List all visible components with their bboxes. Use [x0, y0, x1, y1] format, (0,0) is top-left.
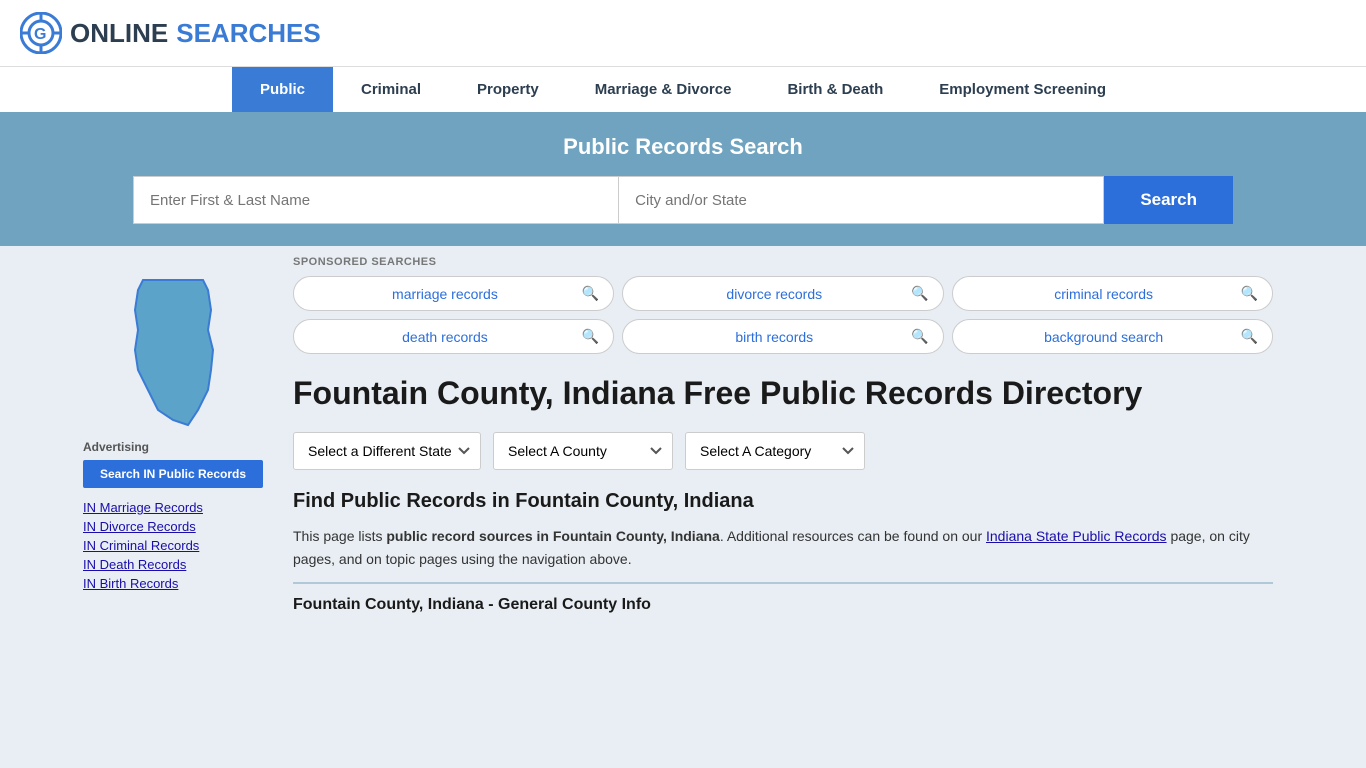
logo: G ONLINE SEARCHES: [20, 12, 321, 54]
svg-text:G: G: [34, 26, 46, 43]
section-divider: [293, 582, 1273, 584]
state-dropdown[interactable]: Select a Different State: [293, 432, 481, 470]
main-nav: Public Criminal Property Marriage & Divo…: [0, 66, 1366, 112]
nav-item-public[interactable]: Public: [232, 67, 333, 112]
sub-section-title: Fountain County, Indiana - General Count…: [293, 596, 1273, 614]
sidebar: Advertising Search IN Public Records IN …: [73, 246, 273, 624]
county-dropdown[interactable]: Select A County: [493, 432, 673, 470]
search-icon-divorce: 🔍: [911, 285, 928, 302]
nav-item-property[interactable]: Property: [449, 67, 567, 112]
find-records-title: Find Public Records in Fountain County, …: [293, 490, 1273, 513]
sponsored-item-background[interactable]: background search 🔍: [952, 319, 1273, 354]
search-icon-marriage: 🔍: [582, 285, 599, 302]
find-records-text: This page lists public record sources in…: [293, 525, 1273, 570]
dropdowns-row: Select a Different State Select A County…: [293, 432, 1273, 470]
search-banner: Public Records Search Search: [0, 112, 1366, 246]
search-button[interactable]: Search: [1104, 176, 1233, 224]
nav-item-employment[interactable]: Employment Screening: [911, 67, 1134, 112]
sidebar-link-marriage[interactable]: IN Marriage Records: [83, 500, 263, 515]
main-content: SPONSORED SEARCHES marriage records 🔍 di…: [273, 246, 1293, 624]
search-form: Search: [133, 176, 1233, 224]
sponsored-item-marriage[interactable]: marriage records 🔍: [293, 276, 614, 311]
search-banner-title: Public Records Search: [30, 134, 1336, 160]
sponsored-grid: marriage records 🔍 divorce records 🔍 cri…: [293, 276, 1273, 354]
sponsored-text-divorce: divorce records: [637, 286, 911, 302]
location-input[interactable]: [618, 176, 1104, 224]
name-input[interactable]: [133, 176, 618, 224]
state-map: [113, 270, 233, 420]
sponsored-text-criminal: criminal records: [967, 286, 1241, 302]
main-wrapper: Advertising Search IN Public Records IN …: [63, 246, 1303, 624]
sponsored-item-death[interactable]: death records 🔍: [293, 319, 614, 354]
search-icon-criminal: 🔍: [1241, 285, 1258, 302]
sponsored-label: SPONSORED SEARCHES: [293, 256, 1273, 268]
sponsored-item-criminal[interactable]: criminal records 🔍: [952, 276, 1273, 311]
sidebar-link-criminal[interactable]: IN Criminal Records: [83, 538, 263, 553]
sidebar-link-divorce[interactable]: IN Divorce Records: [83, 519, 263, 534]
logo-icon: G: [20, 12, 62, 54]
site-header: G ONLINE SEARCHES: [0, 0, 1366, 66]
sidebar-ad-label: Advertising: [83, 440, 263, 454]
sidebar-link-death[interactable]: IN Death Records: [83, 557, 263, 572]
sponsored-item-birth[interactable]: birth records 🔍: [622, 319, 943, 354]
nav-item-marriage-divorce[interactable]: Marriage & Divorce: [567, 67, 760, 112]
sponsored-text-marriage: marriage records: [308, 286, 582, 302]
find-bold: public record sources in Fountain County…: [386, 528, 719, 544]
search-icon-birth: 🔍: [911, 328, 928, 345]
sidebar-ad-button[interactable]: Search IN Public Records: [83, 460, 263, 488]
sponsored-text-background: background search: [967, 329, 1241, 345]
logo-text-searches: SEARCHES: [176, 18, 320, 49]
page-title: Fountain County, Indiana Free Public Rec…: [293, 374, 1273, 412]
nav-item-criminal[interactable]: Criminal: [333, 67, 449, 112]
find-text-2: . Additional resources can be found on o…: [720, 528, 986, 544]
sponsored-text-death: death records: [308, 329, 582, 345]
logo-text-online: ONLINE: [70, 18, 168, 49]
indiana-state-link[interactable]: Indiana State Public Records: [986, 528, 1167, 544]
find-text-1: This page lists: [293, 528, 386, 544]
search-icon-death: 🔍: [582, 328, 599, 345]
sponsored-text-birth: birth records: [637, 329, 911, 345]
nav-item-birth-death[interactable]: Birth & Death: [759, 67, 911, 112]
sponsored-item-divorce[interactable]: divorce records 🔍: [622, 276, 943, 311]
sidebar-link-birth[interactable]: IN Birth Records: [83, 576, 263, 591]
category-dropdown[interactable]: Select A Category: [685, 432, 865, 470]
search-icon-background: 🔍: [1241, 328, 1258, 345]
